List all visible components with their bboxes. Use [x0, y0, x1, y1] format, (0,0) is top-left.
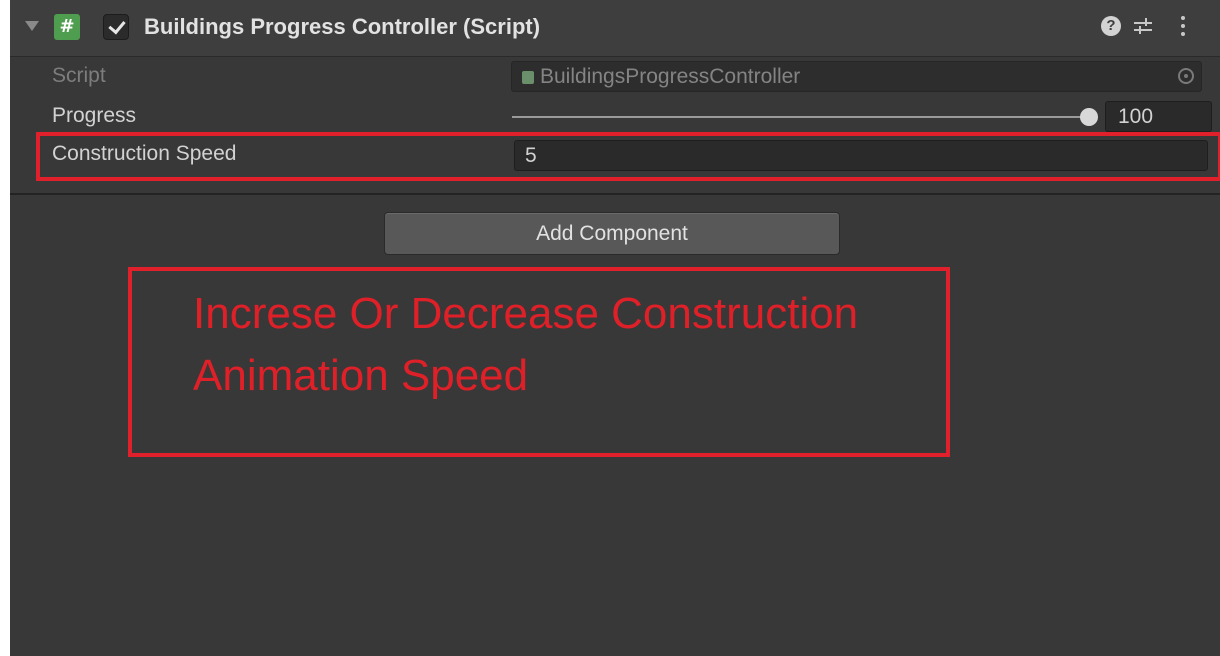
inspector-panel: # Buildings Progress Controller (Script)…	[10, 0, 1220, 656]
script-object-field[interactable]: BuildingsProgressController	[511, 61, 1202, 92]
help-icon: ?	[1101, 16, 1121, 36]
context-menu-button[interactable]	[1170, 12, 1196, 40]
object-picker-icon[interactable]	[1178, 68, 1194, 84]
checkbox-check-icon	[108, 16, 126, 35]
help-button[interactable]: ?	[1098, 12, 1124, 40]
progress-value-input[interactable]: 100	[1105, 101, 1212, 132]
annotation-line-2: Animation Speed	[193, 351, 529, 400]
progress-slider-track[interactable]	[512, 108, 1098, 126]
annotation-text: Increse Or Decrease Construction Animati…	[193, 283, 933, 407]
component-header[interactable]: # Buildings Progress Controller (Script)…	[10, 0, 1220, 57]
inspector-divider	[10, 193, 1220, 195]
add-component-button[interactable]: Add Component	[384, 212, 840, 255]
progress-label: Progress	[52, 104, 137, 127]
context-menu-icon	[1180, 15, 1186, 37]
component-title: Buildings Progress Controller (Script)	[144, 14, 541, 39]
script-object-name: BuildingsProgressController	[540, 65, 801, 88]
preset-icon	[1132, 16, 1154, 36]
progress-slider-thumb[interactable]	[1080, 108, 1098, 126]
progress-row: Progress 100	[10, 98, 1220, 134]
component-enable-checkbox[interactable]	[103, 14, 129, 40]
script-icon: #	[54, 14, 80, 40]
foldout-arrow-icon[interactable]	[25, 21, 39, 31]
construction-speed-highlight-box	[36, 132, 1220, 181]
script-row: Script BuildingsProgressController	[10, 58, 1220, 94]
annotation-line-1: Increse Or Decrease Construction	[193, 289, 859, 338]
script-label: Script	[52, 64, 106, 87]
preset-button[interactable]	[1130, 12, 1156, 40]
script-file-icon	[522, 71, 534, 84]
progress-slider-fill	[512, 116, 1089, 118]
